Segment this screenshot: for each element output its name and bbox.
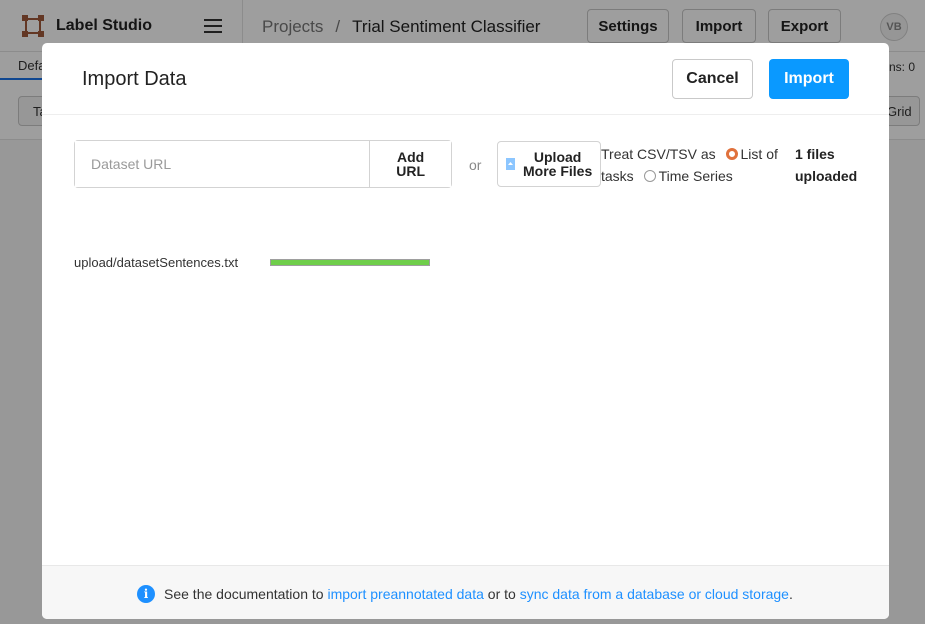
sync-data-storage-link[interactable]: sync data from a database or cloud stora…	[520, 586, 789, 602]
cancel-button[interactable]: Cancel	[672, 59, 753, 99]
footer-prefix: See the documentation to	[164, 586, 324, 602]
import-data-modal: Import Data Cancel Import Add URL or Upl…	[42, 43, 889, 619]
upload-more-files-button[interactable]: Upload More Files	[497, 141, 601, 187]
upload-progress-bar	[270, 259, 430, 266]
or-separator: or	[469, 157, 482, 173]
documentation-note: i See the documentation to import preann…	[137, 585, 793, 603]
import-button[interactable]: Import	[769, 59, 849, 99]
footer-middle: or to	[487, 586, 516, 602]
upload-more-files-label: Upload More Files	[523, 149, 593, 179]
add-url-button[interactable]: Add URL	[369, 141, 451, 187]
modal-title: Import Data	[82, 68, 187, 90]
files-count: 1 files	[795, 146, 835, 162]
files-uploaded-word: uploaded	[795, 168, 858, 184]
time-series-label: Time Series	[658, 168, 733, 184]
files-uploaded-status: 1 files uploaded	[795, 143, 857, 187]
list-of-label: List of	[740, 146, 778, 162]
treat-csv-label: Treat CSV/TSV as	[601, 146, 716, 162]
file-upload-icon	[506, 158, 515, 170]
option-time-series[interactable]: Time Series	[643, 168, 733, 184]
import-preannotated-data-link[interactable]: import preannotated data	[327, 586, 483, 602]
modal-header: Import Data Cancel Import	[42, 43, 889, 115]
option-list-of-tasks[interactable]: List of	[725, 146, 778, 162]
list-of-tasks-radio[interactable]	[725, 148, 738, 160]
upload-progress-fill	[271, 260, 429, 265]
time-series-radio[interactable]	[643, 170, 656, 182]
csv-tsv-options: Treat CSV/TSV as List of tasks Time Seri…	[601, 143, 791, 187]
modal-footer: i See the documentation to import preann…	[42, 565, 889, 619]
tasks-label: tasks	[601, 168, 634, 184]
dataset-url-input[interactable]	[75, 141, 370, 187]
uploaded-file-name: upload/datasetSentences.txt	[74, 255, 239, 270]
uploaded-file-row: upload/datasetSentences.txt	[74, 255, 430, 270]
dataset-url-group: Add URL	[74, 140, 452, 188]
info-icon: i	[137, 585, 155, 603]
footer-suffix: .	[788, 586, 793, 602]
